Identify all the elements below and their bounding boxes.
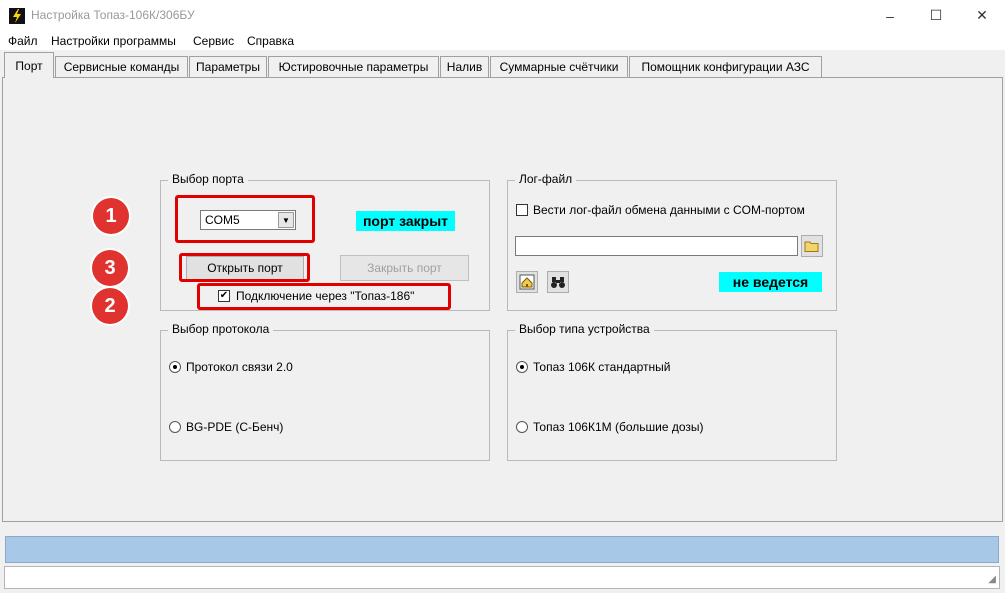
log-path-input[interactable] (515, 236, 798, 256)
tab-calibration-parameters[interactable]: Юстировочные параметры (268, 56, 439, 77)
resize-grip-icon[interactable]: ◢ (988, 574, 996, 585)
minimize-button[interactable]: – (867, 0, 913, 31)
step-badge-2: 2 (92, 288, 128, 324)
device-type-group-title: Выбор типа устройства (515, 322, 654, 336)
step-badge-1: 1 (93, 198, 129, 234)
menu-service[interactable]: Сервис (193, 34, 234, 48)
tab-port[interactable]: Порт (4, 52, 54, 78)
device-option-standard-label: Топаз 106К стандартный (533, 360, 671, 374)
tab-station-config-assistant[interactable]: Помощник конфигурации АЗС (629, 56, 822, 77)
protocol-group-title: Выбор протокола (168, 322, 274, 336)
device-radio-standard[interactable] (516, 361, 528, 373)
log-enable-checkbox[interactable] (516, 204, 528, 216)
menu-program-settings[interactable]: Настройки программы (51, 34, 176, 48)
protocol-group (160, 330, 490, 461)
menu-help[interactable]: Справка (247, 34, 294, 48)
window-title: Настройка Топаз-106К/306БУ (31, 8, 195, 22)
callout-topaz186 (197, 283, 451, 310)
log-group-title: Лог-файл (515, 172, 577, 186)
menu-file[interactable]: Файл (8, 34, 38, 48)
progress-bar (5, 536, 999, 563)
protocol-radio-20[interactable] (169, 361, 181, 373)
close-button[interactable]: ✕ (959, 0, 1005, 31)
folder-icon[interactable] (801, 235, 823, 257)
device-type-group (507, 330, 837, 461)
log-status-label: не ведется (719, 272, 822, 292)
tab-filling[interactable]: Налив (440, 56, 489, 77)
app-lightning-icon (9, 8, 25, 24)
callout-com-port (175, 195, 315, 243)
tab-parameters[interactable]: Параметры (189, 56, 267, 77)
binoculars-icon[interactable] (547, 271, 569, 293)
radio-selected-dot (173, 365, 177, 369)
menu-bar: Файл Настройки программы Сервис Справка (0, 31, 1005, 50)
log-enable-label: Вести лог-файл обмена данными с COM-порт… (533, 203, 805, 217)
protocol-radio-bgpde[interactable] (169, 421, 181, 433)
port-group-title: Выбор порта (168, 172, 248, 186)
maximize-button[interactable]: ☐ (913, 0, 959, 31)
status-bar: ◢ (4, 566, 1000, 589)
device-option-large-doses-label: Топаз 106К1М (большие дозы) (533, 420, 704, 434)
step-badge-3: 3 (92, 250, 128, 286)
protocol-option-bgpde-label: BG-PDE (С-Бенч) (186, 420, 284, 434)
protocol-option-20-label: Протокол связи 2.0 (186, 360, 293, 374)
tab-service-commands[interactable]: Сервисные команды (55, 56, 188, 77)
callout-open-port (179, 253, 310, 282)
close-port-button[interactable]: Закрыть порт (340, 255, 469, 281)
home-icon[interactable] (516, 271, 538, 293)
tab-panel-port (2, 77, 1003, 522)
radio-selected-dot (520, 365, 524, 369)
port-status-label: порт закрыт (356, 211, 455, 231)
device-radio-large-doses[interactable] (516, 421, 528, 433)
title-bar: Настройка Топаз-106К/306БУ – ☐ ✕ (0, 0, 1005, 31)
tab-total-counters[interactable]: Суммарные счётчики (490, 56, 628, 77)
